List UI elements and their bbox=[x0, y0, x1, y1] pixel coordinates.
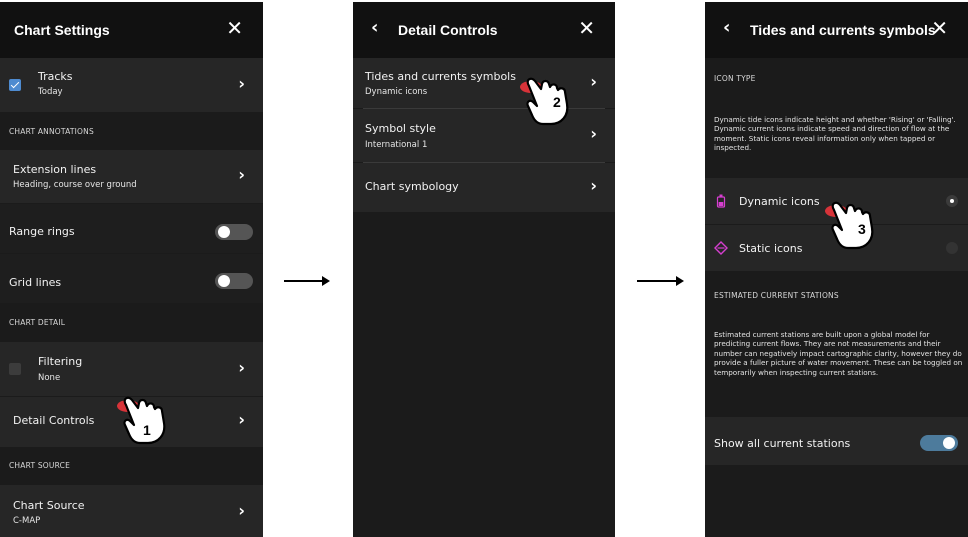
step-number: 1 bbox=[143, 422, 151, 438]
tracks-checkbox[interactable] bbox=[9, 79, 21, 91]
tides-currents-label: Tides and currents symbols bbox=[365, 70, 516, 83]
range-rings-label: Range rings bbox=[9, 225, 75, 238]
toggle-knob bbox=[943, 437, 955, 449]
range-rings-row[interactable]: Range rings bbox=[0, 204, 263, 253]
chart-source-label: Chart Source bbox=[13, 499, 85, 512]
tracks-row[interactable]: Tracks Today › bbox=[0, 58, 263, 112]
tap-hand-icon: 3 bbox=[825, 201, 874, 250]
dynamic-tide-icon bbox=[716, 194, 726, 208]
chevron-right-icon: › bbox=[238, 410, 245, 429]
close-icon[interactable]: ✕ bbox=[578, 18, 595, 38]
estimated-description: Estimated current stations are built upo… bbox=[714, 330, 963, 377]
extension-lines-row[interactable]: Extension lines Heading, course over gro… bbox=[0, 150, 263, 203]
tracks-label: Tracks bbox=[38, 70, 73, 83]
chevron-right-icon: › bbox=[590, 72, 597, 91]
toggle-knob bbox=[218, 275, 230, 287]
filtering-checkbox[interactable] bbox=[9, 363, 21, 375]
tap-hand-icon: 2 bbox=[520, 77, 569, 126]
chevron-right-icon: › bbox=[238, 74, 245, 93]
page-title: Detail Controls bbox=[398, 22, 498, 38]
chart-settings-panel: Chart Settings ✕ Tracks Today › CHART AN… bbox=[0, 2, 263, 537]
tracks-sub: Today bbox=[38, 87, 63, 97]
chart-symbology-row[interactable]: Chart symbology › bbox=[353, 163, 615, 212]
section-estimated-current-stations: ESTIMATED CURRENT STATIONS Estimated cur… bbox=[705, 272, 968, 417]
static-tide-icon bbox=[714, 241, 728, 255]
show-all-stations-label: Show all current stations bbox=[714, 437, 851, 450]
close-icon[interactable]: ✕ bbox=[226, 18, 243, 38]
section-icon-type: ICON TYPE Dynamic tide icons indicate he… bbox=[705, 58, 968, 178]
show-all-stations-row[interactable]: Show all current stations bbox=[705, 417, 968, 465]
dynamic-icons-radio[interactable] bbox=[946, 195, 958, 207]
filtering-sub: None bbox=[38, 373, 61, 383]
section-heading: CHART ANNOTATIONS bbox=[9, 127, 94, 136]
chevron-right-icon: › bbox=[238, 165, 245, 184]
section-heading: ESTIMATED CURRENT STATIONS bbox=[714, 291, 839, 300]
extension-lines-label: Extension lines bbox=[13, 163, 97, 176]
chevron-right-icon: › bbox=[590, 176, 597, 195]
tides-currents-sub: Dynamic icons bbox=[365, 87, 428, 97]
step-number: 3 bbox=[858, 221, 866, 237]
detail-controls-header: ‹ Detail Controls ✕ bbox=[353, 2, 615, 58]
tides-currents-header: ‹ Tides and currents symbols ✕ bbox=[705, 2, 968, 58]
static-icons-label: Static icons bbox=[739, 242, 803, 255]
back-chevron-icon[interactable]: ‹ bbox=[371, 18, 378, 38]
symbol-style-label: Symbol style bbox=[365, 122, 436, 135]
chart-symbology-label: Chart symbology bbox=[365, 180, 459, 193]
grid-lines-toggle[interactable] bbox=[215, 273, 253, 289]
section-chart-detail: CHART DETAIL bbox=[0, 304, 263, 342]
chart-settings-header: Chart Settings ✕ bbox=[0, 2, 263, 58]
flow-arrow bbox=[284, 276, 330, 286]
chart-source-row[interactable]: Chart Source C-MAP › bbox=[0, 485, 263, 537]
show-all-stations-toggle[interactable] bbox=[920, 435, 958, 451]
section-heading: ICON TYPE bbox=[714, 74, 756, 83]
grid-lines-label: Grid lines bbox=[9, 276, 62, 289]
static-icons-radio[interactable] bbox=[946, 242, 958, 254]
step-number: 2 bbox=[553, 94, 561, 110]
close-icon[interactable]: ✕ bbox=[931, 18, 948, 38]
section-heading: CHART DETAIL bbox=[9, 318, 66, 327]
detail-controls-label: Detail Controls bbox=[13, 414, 95, 427]
flow-arrow bbox=[637, 276, 684, 286]
extension-lines-sub: Heading, course over ground bbox=[13, 180, 137, 190]
back-chevron-icon[interactable]: ‹ bbox=[723, 18, 730, 38]
section-heading: CHART SOURCE bbox=[9, 461, 71, 470]
page-title: Chart Settings bbox=[14, 22, 110, 38]
chevron-right-icon: › bbox=[590, 124, 597, 143]
section-chart-annotations: CHART ANNOTATIONS bbox=[0, 112, 263, 150]
tap-hand-icon: 1 bbox=[117, 396, 166, 445]
filtering-label: Filtering bbox=[38, 355, 83, 368]
grid-lines-row[interactable]: Grid lines bbox=[0, 254, 263, 303]
range-rings-toggle[interactable] bbox=[215, 224, 253, 240]
page-title: Tides and currents symbols bbox=[750, 22, 936, 38]
tides-currents-panel: ‹ Tides and currents symbols ✕ ICON TYPE… bbox=[705, 2, 968, 537]
chevron-right-icon: › bbox=[238, 358, 245, 377]
icon-type-description: Dynamic tide icons indicate height and w… bbox=[714, 115, 956, 153]
chevron-right-icon: › bbox=[238, 501, 245, 520]
chart-source-sub: C-MAP bbox=[13, 516, 41, 526]
symbol-style-sub: International 1 bbox=[365, 140, 428, 150]
toggle-knob bbox=[218, 226, 230, 238]
dynamic-icons-label: Dynamic icons bbox=[739, 195, 820, 208]
